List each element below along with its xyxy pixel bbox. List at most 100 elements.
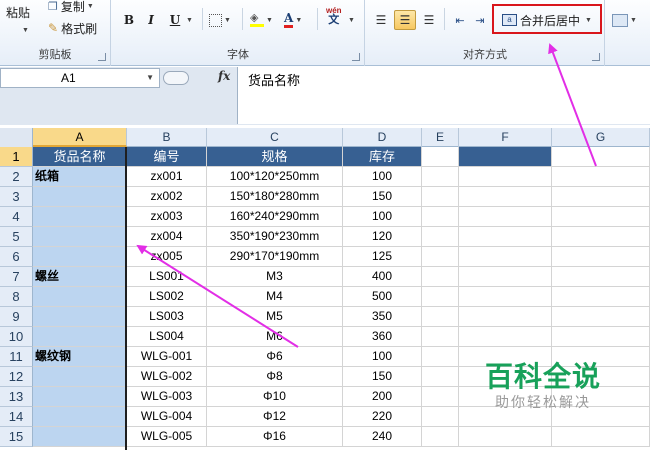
cell-c10[interactable]: M6 — [207, 327, 343, 347]
cell-e8[interactable] — [422, 287, 459, 307]
row-header-6[interactable]: 6 — [0, 247, 33, 267]
fill-color-button[interactable]: ◈ ▼ — [250, 10, 273, 30]
cell-b12[interactable]: WLG-002 — [127, 367, 207, 387]
cell-e4[interactable] — [422, 207, 459, 227]
cell-g7[interactable] — [552, 267, 650, 287]
cell-d12[interactable]: 150 — [343, 367, 422, 387]
cell-e11[interactable] — [422, 347, 459, 367]
cell-a8[interactable] — [33, 287, 127, 307]
name-box[interactable]: A1 ▼ — [0, 68, 160, 88]
header-cell-b[interactable]: 编号 — [127, 147, 207, 167]
cell-a11[interactable]: 螺纹钢 — [33, 347, 127, 367]
underline-button[interactable]: U — [166, 10, 184, 30]
cell-a7[interactable]: 螺丝 — [33, 267, 127, 287]
row-header-1[interactable]: 1 — [0, 147, 33, 167]
row-header-13[interactable]: 13 — [0, 387, 33, 407]
select-all-corner[interactable] — [0, 128, 33, 147]
row-header-10[interactable]: 10 — [0, 327, 33, 347]
cell-c7[interactable]: M3 — [207, 267, 343, 287]
cell-c6[interactable]: 290*170*190mm — [207, 247, 343, 267]
format-painter-button[interactable]: ✎ 格式刷 — [48, 18, 97, 38]
row-header-7[interactable]: 7 — [0, 267, 33, 287]
cell-f5[interactable] — [459, 227, 552, 247]
cell-g5[interactable] — [552, 227, 650, 247]
column-header-b[interactable]: B — [127, 128, 207, 147]
cell-b2[interactable]: zx001 — [127, 167, 207, 187]
cell-a9[interactable] — [33, 307, 127, 327]
cell-d13[interactable]: 200 — [343, 387, 422, 407]
cell-e5[interactable] — [422, 227, 459, 247]
cell-d3[interactable]: 150 — [343, 187, 422, 207]
cell-b11[interactable]: WLG-001 — [127, 347, 207, 367]
cell-d7[interactable]: 400 — [343, 267, 422, 287]
cell-g6[interactable] — [552, 247, 650, 267]
cell-a14[interactable] — [33, 407, 127, 427]
cell-d9[interactable]: 350 — [343, 307, 422, 327]
cell-c12[interactable]: Φ8 — [207, 367, 343, 387]
cell-f9[interactable] — [459, 307, 552, 327]
cell-e9[interactable] — [422, 307, 459, 327]
cell-b4[interactable]: zx003 — [127, 207, 207, 227]
cell-d10[interactable]: 360 — [343, 327, 422, 347]
phonetic-dropdown[interactable]: ▼ — [346, 10, 355, 30]
cell-b3[interactable]: zx002 — [127, 187, 207, 207]
cell-f3[interactable] — [459, 187, 552, 207]
font-launcher-icon[interactable] — [352, 53, 360, 61]
cell-c5[interactable]: 350*190*230mm — [207, 227, 343, 247]
cell-a15[interactable] — [33, 427, 127, 447]
cell-c8[interactable]: M4 — [207, 287, 343, 307]
cell-f4[interactable] — [459, 207, 552, 227]
cell-b13[interactable]: WLG-003 — [127, 387, 207, 407]
paste-dropdown[interactable]: ▼ — [20, 20, 29, 40]
underline-dropdown[interactable]: ▼ — [184, 10, 193, 30]
cell-a13[interactable] — [33, 387, 127, 407]
cell-e13[interactable] — [422, 387, 459, 407]
cell-c4[interactable]: 160*240*290mm — [207, 207, 343, 227]
cell-e6[interactable] — [422, 247, 459, 267]
cell-d14[interactable]: 220 — [343, 407, 422, 427]
column-header-c[interactable]: C — [207, 128, 343, 147]
row-header-2[interactable]: 2 — [0, 167, 33, 187]
cell-c3[interactable]: 150*180*280mm — [207, 187, 343, 207]
row-header-3[interactable]: 3 — [0, 187, 33, 207]
decrease-indent-button[interactable]: ⇤ — [452, 10, 468, 30]
cell-f1-filled[interactable] — [459, 147, 552, 167]
cell-c9[interactable]: M5 — [207, 307, 343, 327]
row-header-8[interactable]: 8 — [0, 287, 33, 307]
cell-f10[interactable] — [459, 327, 552, 347]
cell-d15[interactable]: 240 — [343, 427, 422, 447]
row-header-12[interactable]: 12 — [0, 367, 33, 387]
increase-indent-button[interactable]: ⇥ — [472, 10, 488, 30]
cell-a6[interactable] — [33, 247, 127, 267]
cell-b8[interactable]: LS002 — [127, 287, 207, 307]
paste-button[interactable]: 粘贴 — [6, 2, 30, 22]
cell-e2[interactable] — [422, 167, 459, 187]
cell-f2[interactable] — [459, 167, 552, 187]
cell-e12[interactable] — [422, 367, 459, 387]
header-cell-c[interactable]: 规格 — [207, 147, 343, 167]
cell-g3[interactable] — [552, 187, 650, 207]
cell-b15[interactable]: WLG-005 — [127, 427, 207, 447]
cell-b10[interactable]: LS004 — [127, 327, 207, 347]
column-header-g[interactable]: G — [552, 128, 650, 147]
cell-d2[interactable]: 100 — [343, 167, 422, 187]
cell-e14[interactable] — [422, 407, 459, 427]
cell-g1[interactable] — [552, 147, 650, 167]
cell-f6[interactable] — [459, 247, 552, 267]
cell-g10[interactable] — [552, 327, 650, 347]
cell-c11[interactable]: Φ6 — [207, 347, 343, 367]
cell-a5[interactable] — [33, 227, 127, 247]
align-right-button[interactable]: ☰ — [420, 10, 438, 30]
row-header-4[interactable]: 4 — [0, 207, 33, 227]
cell-a10[interactable] — [33, 327, 127, 347]
cell-g9[interactable] — [552, 307, 650, 327]
italic-button[interactable]: I — [142, 10, 160, 30]
column-header-a[interactable]: A — [33, 128, 127, 147]
row-header-11[interactable]: 11 — [0, 347, 33, 367]
cell-f7[interactable] — [459, 267, 552, 287]
cell-g2[interactable] — [552, 167, 650, 187]
column-header-d[interactable]: D — [343, 128, 422, 147]
cell-b5[interactable]: zx004 — [127, 227, 207, 247]
cell-e3[interactable] — [422, 187, 459, 207]
cell-a2[interactable]: 纸箱 — [33, 167, 127, 187]
